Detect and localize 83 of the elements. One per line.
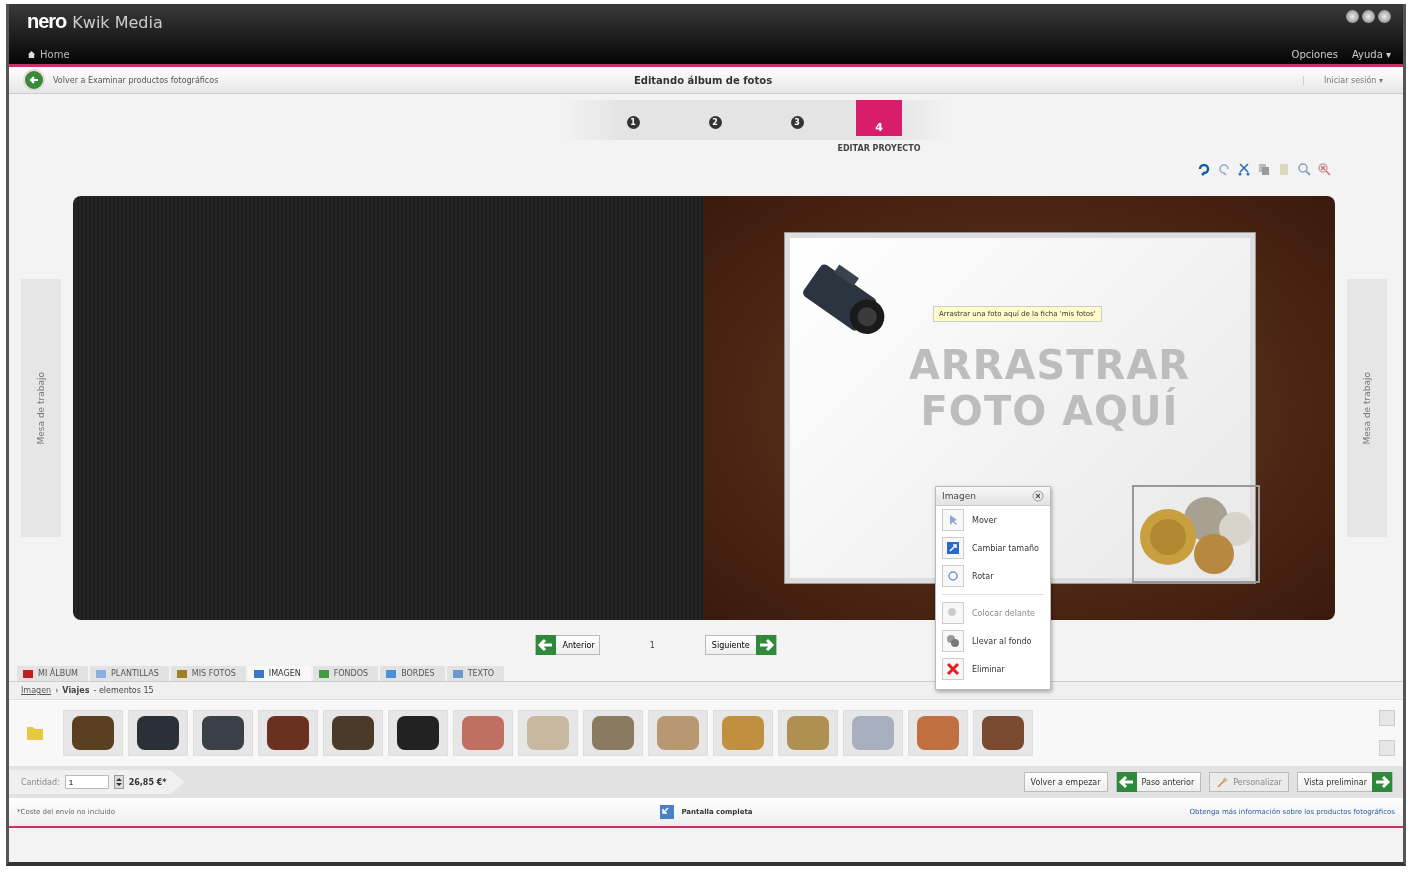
- layers-icon: [946, 634, 960, 648]
- next-button[interactable]: Siguiente: [704, 635, 777, 655]
- arrow-right-icon: [1372, 772, 1392, 792]
- quantity-field[interactable]: 1: [64, 775, 109, 789]
- tab[interactable]: BORDES: [380, 666, 445, 681]
- image-thumbnail[interactable]: [388, 710, 448, 756]
- back-button[interactable]: [23, 69, 45, 91]
- step-indicator[interactable]: 4: [856, 100, 902, 136]
- login-dropdown[interactable]: Iniciar sesión ▾: [1303, 75, 1383, 85]
- tab[interactable]: FONDOS: [312, 666, 379, 681]
- menu-item[interactable]: Opciones: [1291, 49, 1338, 60]
- item-count: - elementos 15: [93, 686, 154, 695]
- image-thumbnail[interactable]: [908, 710, 968, 756]
- redo-icon[interactable]: [1217, 162, 1231, 176]
- copy-icon[interactable]: [1257, 162, 1271, 176]
- action-button[interactable]: Volver a empezar: [1023, 772, 1108, 792]
- close-icon[interactable]: [1032, 490, 1044, 502]
- previous-button[interactable]: Anterior: [535, 635, 600, 655]
- tab[interactable]: IMAGEN: [247, 666, 311, 681]
- image-thumbnail[interactable]: [713, 710, 773, 756]
- page-title: Editando álbum de fotos: [633, 74, 773, 86]
- image-thumbnail[interactable]: [518, 710, 578, 756]
- maximize-button[interactable]: [1362, 10, 1375, 23]
- scissors-icon[interactable]: [1237, 162, 1251, 176]
- delete-icon: [946, 662, 960, 676]
- minimize-button[interactable]: [1346, 10, 1359, 23]
- image-thumbnail[interactable]: [648, 710, 708, 756]
- arrow-right-icon: [755, 635, 776, 655]
- image-thumbnail[interactable]: [583, 710, 643, 756]
- image-thumbnail[interactable]: [453, 710, 513, 756]
- zoom-icon[interactable]: [1297, 162, 1311, 176]
- panel-label: Mesa de trabajo: [1362, 371, 1372, 445]
- breadcrumb-link[interactable]: Imagen: [21, 686, 52, 695]
- image-thumbnail[interactable]: [323, 710, 383, 756]
- arrow-left-icon: [28, 74, 40, 86]
- close-button[interactable]: [1378, 10, 1391, 23]
- image-thumbnail[interactable]: [843, 710, 903, 756]
- arrow-left-icon: [1116, 772, 1137, 792]
- menu-item[interactable]: Mover: [936, 506, 1050, 534]
- menu-title: Imagen: [942, 491, 976, 501]
- house-icon: [27, 50, 36, 59]
- side-panel[interactable]: Mesa de trabajo: [1347, 279, 1387, 537]
- step-indicator[interactable]: 2: [708, 116, 722, 129]
- product-name: Kwik Media: [72, 13, 163, 32]
- breadcrumb-current: Viajes: [62, 686, 90, 695]
- step-indicator[interactable]: 3: [790, 116, 804, 129]
- tab[interactable]: MIS FOTOS: [170, 666, 246, 681]
- image-thumbnail[interactable]: [778, 710, 838, 756]
- menu-item[interactable]: Llevar al fondo: [936, 627, 1050, 655]
- tab[interactable]: TEXTO: [446, 666, 505, 681]
- home-link[interactable]: Home: [27, 49, 163, 60]
- tab[interactable]: PLANTILLAS: [90, 666, 169, 681]
- image-thumbnail[interactable]: [973, 710, 1033, 756]
- menu-item[interactable]: Rotar: [936, 562, 1050, 590]
- logo: nero: [27, 10, 67, 33]
- breadcrumb-separator: ›: [55, 686, 59, 695]
- tab[interactable]: MI ÁLBUM: [17, 666, 88, 681]
- image-thumbnail[interactable]: [258, 710, 318, 756]
- action-button[interactable]: Vista preliminar: [1296, 772, 1393, 792]
- spinner-button[interactable]: [113, 775, 124, 789]
- image-thumbnail[interactable]: [63, 710, 123, 756]
- menu-item[interactable]: Cambiar tamaño: [936, 534, 1050, 562]
- wand-icon: [1216, 776, 1229, 788]
- arrow-left-icon: [536, 635, 557, 655]
- fullscreen-icon: [659, 804, 676, 820]
- image-thumbnail[interactable]: [193, 710, 253, 756]
- step-indicator[interactable]: 1: [626, 116, 640, 129]
- back-link[interactable]: Volver a Examinar productos fotográficos: [53, 75, 219, 85]
- menu-item[interactable]: Eliminar: [936, 655, 1050, 683]
- rotate-icon: [946, 569, 960, 583]
- panel-label: Mesa de trabajo: [36, 371, 46, 445]
- action-button[interactable]: Paso anterior: [1115, 772, 1202, 792]
- menu-item[interactable]: Ayuda ▾: [1351, 49, 1391, 60]
- image-thumbnail[interactable]: [128, 710, 188, 756]
- drop-hint: ARRASTRAR: [908, 342, 1191, 388]
- resize-icon: [946, 541, 960, 555]
- zoom-reset-icon[interactable]: [1317, 162, 1331, 176]
- step-label: EDITAR PROYECTO: [837, 144, 921, 153]
- undo-icon[interactable]: [1197, 162, 1211, 176]
- price: 26,85 €*: [128, 777, 167, 787]
- quantity-label: Cantidad:: [21, 777, 60, 787]
- page-number: 1: [649, 640, 655, 650]
- side-panel[interactable]: Mesa de trabajo: [21, 279, 61, 537]
